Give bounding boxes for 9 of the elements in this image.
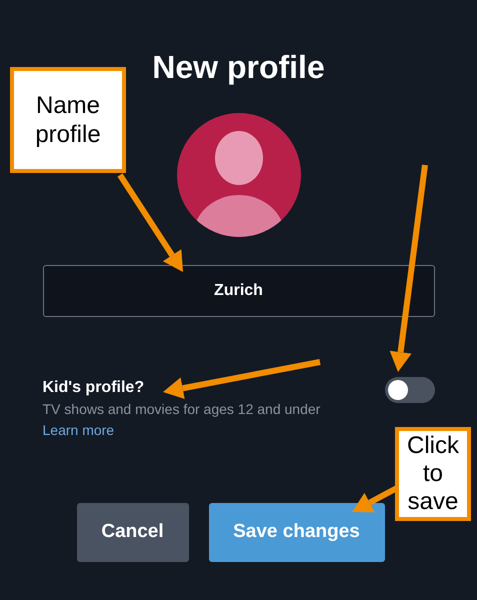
kids-profile-label: Kid's profile? [42, 378, 144, 398]
callout-box: Name profile [10, 67, 126, 173]
name-input-field[interactable]: Zurich [42, 265, 434, 317]
kids-profile-description: TV shows and movies for ages 12 and under [42, 400, 320, 419]
page-title: New profile [152, 48, 325, 86]
learn-more-link[interactable]: Learn more [42, 419, 114, 441]
callout-box: Click to save [395, 427, 471, 521]
cancel-button[interactable]: Cancel [76, 503, 188, 562]
kids-profile-toggle[interactable] [384, 377, 434, 403]
